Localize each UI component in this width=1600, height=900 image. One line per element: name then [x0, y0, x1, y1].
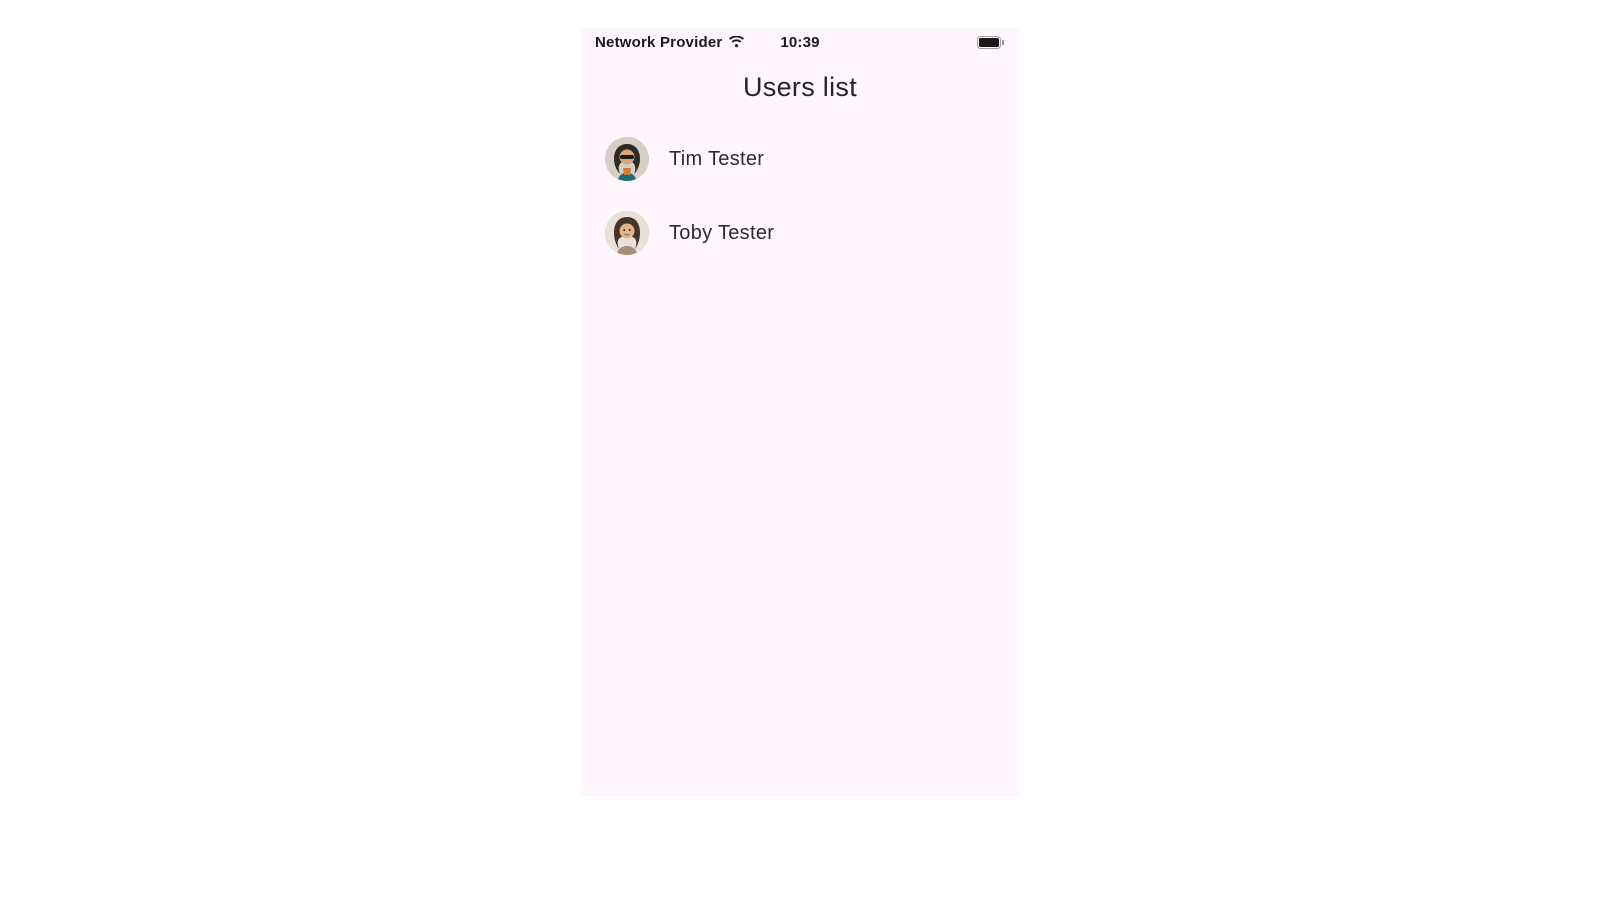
avatar — [605, 137, 649, 181]
battery-icon — [977, 36, 1005, 49]
wifi-icon — [728, 36, 745, 48]
user-name: Toby Tester — [669, 222, 774, 245]
status-bar: Network Provider 10:39 — [581, 28, 1019, 56]
list-item[interactable]: Tim Tester — [605, 127, 995, 191]
phone-frame: Network Provider 10:39 Users list — [581, 28, 1019, 796]
list-item[interactable]: Toby Tester — [605, 201, 995, 265]
status-bar-left: Network Provider — [595, 34, 745, 51]
users-list: Tim Tester Toby Tester — [581, 127, 1019, 265]
clock: 10:39 — [780, 34, 819, 51]
status-bar-right — [977, 36, 1005, 49]
user-name: Tim Tester — [669, 148, 764, 171]
carrier-label: Network Provider — [595, 34, 722, 51]
page-title: Users list — [581, 72, 1019, 103]
avatar — [605, 211, 649, 255]
